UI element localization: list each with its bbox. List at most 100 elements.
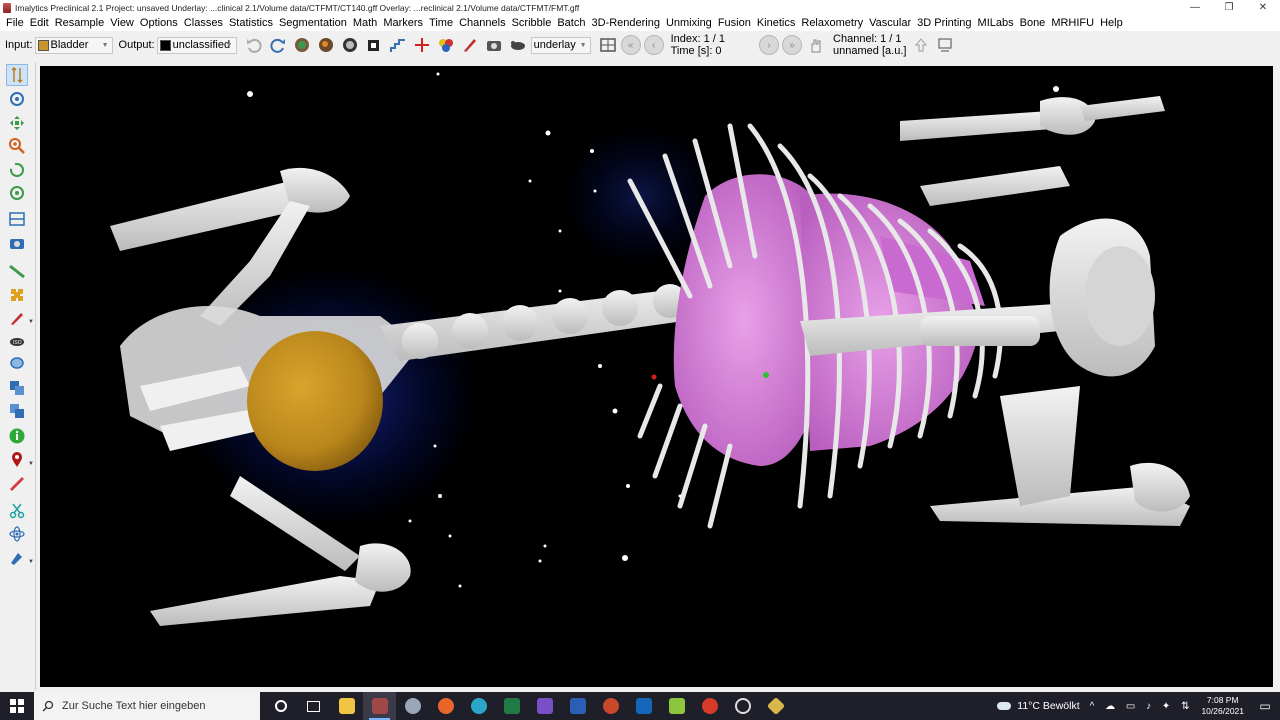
taskbar-notepadpp[interactable]: [660, 692, 693, 720]
menu-help[interactable]: Help: [1097, 17, 1126, 29]
taskbar-clock[interactable]: 7:08 PM 10/26/2021: [1201, 695, 1244, 717]
tool-pencil[interactable]: ▼: [6, 307, 34, 329]
taskbar-edge[interactable]: [462, 692, 495, 720]
menu-scribble[interactable]: Scribble: [509, 17, 555, 29]
task-multitask-button[interactable]: [297, 692, 330, 720]
tool-slice[interactable]: [6, 208, 28, 230]
tool-brush[interactable]: ▼: [6, 547, 34, 569]
output-class-select[interactable]: unclassified ▼: [156, 36, 237, 54]
menu-statistics[interactable]: Statistics: [226, 17, 276, 29]
tool-rotate-3d[interactable]: [6, 182, 28, 204]
tool-ruler[interactable]: [6, 260, 28, 282]
tool-puzzle[interactable]: [6, 284, 28, 306]
tool-scissors[interactable]: [6, 500, 28, 522]
pen-icon: [463, 39, 476, 52]
menu-channels[interactable]: Channels: [456, 17, 508, 29]
menu-time[interactable]: Time: [426, 17, 456, 29]
brain-atlas-button[interactable]: [291, 34, 313, 56]
maximize-button[interactable]: ❐: [1212, 0, 1246, 15]
tool-move[interactable]: [6, 64, 28, 86]
taskbar-visual-studio[interactable]: [528, 692, 561, 720]
taskbar-app-white[interactable]: [726, 692, 759, 720]
upload-button[interactable]: [910, 34, 932, 56]
taskbar-powerpoint[interactable]: [594, 692, 627, 720]
tool-lasso[interactable]: [6, 353, 28, 375]
taskbar-outlook[interactable]: [627, 692, 660, 720]
tool-pan[interactable]: [6, 112, 28, 134]
taskbar-explorer[interactable]: [330, 692, 363, 720]
menu-relaxometry[interactable]: Relaxometry: [798, 17, 866, 29]
outlook-icon: [635, 698, 652, 714]
tool-zoom[interactable]: [6, 135, 28, 157]
menu-milabs[interactable]: MILabs: [975, 17, 1017, 29]
last-frame-button[interactable]: »: [782, 35, 803, 55]
menu-segmentation[interactable]: Segmentation: [276, 17, 350, 29]
close-button[interactable]: ✕: [1246, 0, 1280, 15]
tool-iso[interactable]: ISO: [6, 330, 28, 352]
cube-view-button[interactable]: [363, 34, 385, 56]
taskbar-word[interactable]: [561, 692, 594, 720]
render-3d-viewer[interactable]: [40, 66, 1273, 687]
taskbar-app-red[interactable]: [693, 692, 726, 720]
brain-mask-button[interactable]: [339, 34, 361, 56]
tool-measure[interactable]: [6, 473, 28, 495]
previous-frame-button[interactable]: ‹: [643, 35, 664, 55]
export-button[interactable]: [934, 34, 956, 56]
tool-info[interactable]: [6, 425, 28, 447]
redo-button[interactable]: [267, 34, 289, 56]
tool-copy-classes[interactable]: [6, 377, 28, 399]
taskbar-excel[interactable]: [495, 692, 528, 720]
layout-button[interactable]: [597, 34, 619, 56]
marker-point-green[interactable]: [763, 372, 769, 378]
tray-icons[interactable]: ^ ☁ ▭ ♪ ✦ ⇅: [1090, 701, 1194, 712]
brain-segment-button[interactable]: [315, 34, 337, 56]
taskbar-search[interactable]: Zur Suche Text hier eingeben: [34, 692, 260, 720]
menu-kinetics[interactable]: Kinetics: [754, 17, 799, 29]
menu-vascular[interactable]: Vascular: [866, 17, 914, 29]
annotate-button[interactable]: [459, 34, 481, 56]
taskbar-app-diamond[interactable]: [759, 692, 792, 720]
taskbar-app-2[interactable]: [396, 692, 429, 720]
crosshair-toggle-button[interactable]: [411, 34, 433, 56]
output-class-value: unclassified: [172, 39, 231, 51]
menu-markers[interactable]: Markers: [380, 17, 426, 29]
minimize-button[interactable]: —: [1178, 0, 1212, 15]
menu-mrhifu[interactable]: MRHIFU: [1048, 17, 1097, 29]
task-view-button[interactable]: [264, 692, 297, 720]
tool-merge[interactable]: [6, 400, 28, 422]
menu-edit[interactable]: Edit: [27, 17, 52, 29]
channel-hand-button[interactable]: [805, 34, 827, 56]
menu-fusion[interactable]: Fusion: [715, 17, 754, 29]
menu-unmixing[interactable]: Unmixing: [663, 17, 715, 29]
menu-3d-rendering[interactable]: 3D-Rendering: [588, 17, 662, 29]
mouse-model-button[interactable]: [507, 34, 529, 56]
layer-select[interactable]: underlay ▼: [530, 36, 591, 54]
weather-widget[interactable]: 11°C Bewölkt: [997, 700, 1080, 712]
menu-math[interactable]: Math: [350, 17, 380, 29]
first-frame-button[interactable]: «: [620, 35, 641, 55]
tool-marker[interactable]: ▼: [6, 449, 34, 471]
tool-camera[interactable]: [6, 232, 28, 254]
menu-bone[interactable]: Bone: [1017, 17, 1049, 29]
menu-options[interactable]: Options: [137, 17, 181, 29]
staircase-button[interactable]: [387, 34, 409, 56]
menu-classes[interactable]: Classes: [181, 17, 226, 29]
menu-view[interactable]: View: [107, 17, 137, 29]
tool-rotate[interactable]: [6, 159, 28, 181]
next-frame-button[interactable]: ›: [759, 35, 780, 55]
input-class-select[interactable]: Bladder ▼: [34, 36, 113, 54]
menu-batch[interactable]: Batch: [554, 17, 588, 29]
undo-button[interactable]: [243, 34, 265, 56]
menu-3d-printing[interactable]: 3D Printing: [914, 17, 974, 29]
notification-icon[interactable]: ▭: [1254, 699, 1276, 713]
tool-crosshair[interactable]: [6, 88, 28, 110]
start-button[interactable]: [0, 692, 34, 720]
menu-file[interactable]: File: [3, 17, 27, 29]
marker-point-red[interactable]: [651, 374, 657, 380]
menu-resample[interactable]: Resample: [52, 17, 108, 29]
taskbar-firefox[interactable]: [429, 692, 462, 720]
tool-atom[interactable]: [6, 523, 28, 545]
color-palette-button[interactable]: [435, 34, 457, 56]
snapshot-button[interactable]: [483, 34, 505, 56]
taskbar-imalytics[interactable]: [363, 692, 396, 720]
